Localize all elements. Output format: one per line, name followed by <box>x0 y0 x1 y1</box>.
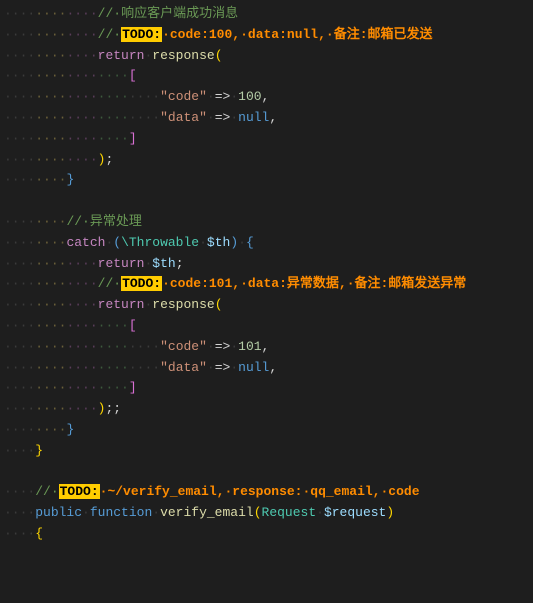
code-line: ····················"data"·=>·null, <box>4 108 533 129</box>
code-line: ········} <box>4 420 533 441</box>
todo-text: ·code:101,·data:异常数据,·备注:邮箱发送异常 <box>162 276 466 291</box>
todo-text: ·code:100,·data:null,·备注:邮箱已发送 <box>162 27 432 42</box>
code-line: ········catch·(\Throwable·$th)·{ <box>4 233 533 254</box>
todo-text: ·~/verify_email,·response:·qq_email,·cod… <box>100 484 420 499</box>
code-line: ····//·TODO:·~/verify_email,·response:·q… <box>4 482 533 503</box>
code-line <box>4 462 533 483</box>
code-line: ············//·TODO:·code:100,·data:null… <box>4 25 533 46</box>
code-line: ············return·response( <box>4 295 533 316</box>
code-line: ············);; <box>4 399 533 420</box>
code-line: ····{ <box>4 524 533 545</box>
todo-highlight: TODO: <box>121 276 162 291</box>
code-line: ················[ <box>4 316 533 337</box>
code-line: ····} <box>4 441 533 462</box>
todo-highlight: TODO: <box>59 484 100 499</box>
code-line: ················] <box>4 378 533 399</box>
code-line: ············return·response( <box>4 46 533 67</box>
code-line: ····················"code"·=>·101, <box>4 337 533 358</box>
code-line <box>4 191 533 212</box>
code-line: ····················"data"·=>·null, <box>4 358 533 379</box>
code-line: ················[ <box>4 66 533 87</box>
code-line: ····public·function·verify_email(Request… <box>4 503 533 524</box>
comment-text: ·响应客户端成功消息 <box>113 6 238 21</box>
code-line: ················] <box>4 129 533 150</box>
code-line: ············); <box>4 150 533 171</box>
code-line: ········} <box>4 170 533 191</box>
code-line: ············//·TODO:·code:101,·data:异常数据… <box>4 274 533 295</box>
comment-text: ·异常处理 <box>82 214 142 229</box>
code-line: ····················"code"·=>·100, <box>4 87 533 108</box>
code-line: ············//·响应客户端成功消息 <box>4 4 533 25</box>
code-line: ········//·异常处理 <box>4 212 533 233</box>
todo-highlight: TODO: <box>121 27 162 42</box>
code-line: ············return·$th; <box>4 254 533 275</box>
code-editor[interactable]: ············//·响应客户端成功消息 ············//·… <box>4 4 533 545</box>
